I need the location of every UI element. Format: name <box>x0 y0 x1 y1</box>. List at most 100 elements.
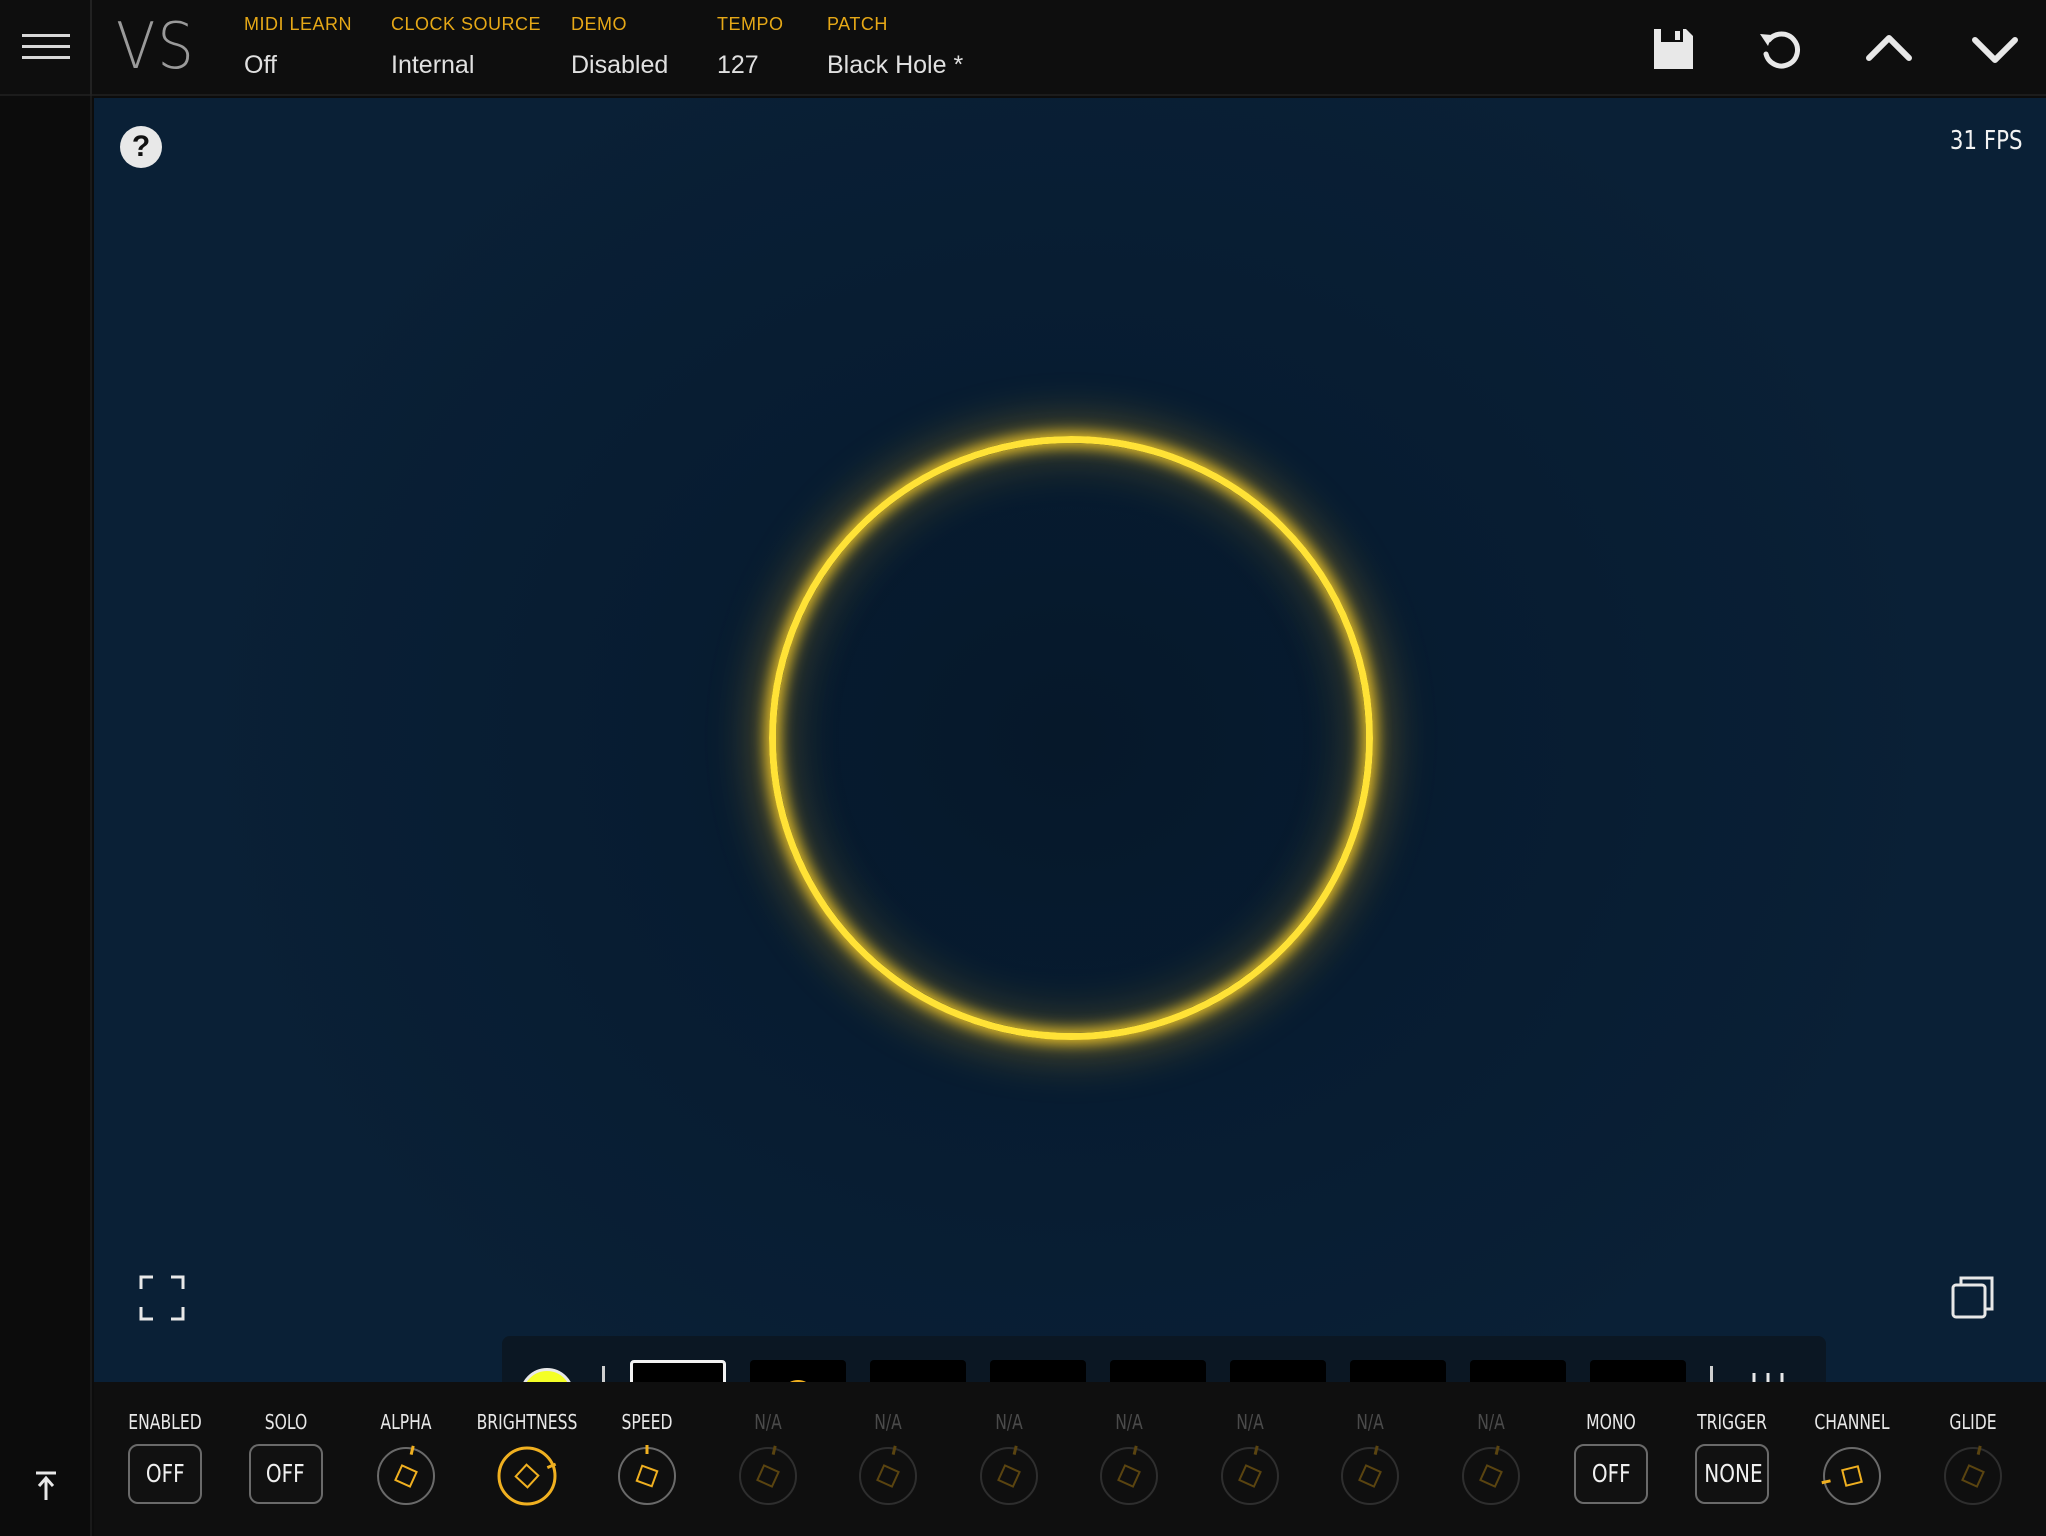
param-knob[interactable] <box>1459 1444 1523 1508</box>
param-n-a: N/A <box>1195 1410 1305 1508</box>
knob-ring <box>618 1447 676 1505</box>
param-knob[interactable] <box>1218 1444 1282 1508</box>
layer-button-7[interactable]: 7 <box>1350 1360 1446 1382</box>
status-value: Off <box>244 51 277 79</box>
knob-marker <box>1358 1464 1382 1488</box>
sidebar <box>0 96 92 1536</box>
knob-indicator <box>1976 1445 1982 1455</box>
hamburger-menu-icon[interactable] <box>0 0 92 96</box>
knob-ring <box>1461 1447 1520 1505</box>
layer-button-3[interactable]: 3 <box>870 1360 966 1382</box>
knob-indicator <box>1012 1445 1018 1455</box>
chevron-down-icon[interactable] <box>1968 22 2022 76</box>
param-toggle-button[interactable]: OFF <box>128 1444 202 1504</box>
knob-marker <box>755 1464 780 1488</box>
status-label: TEMPO <box>717 14 784 34</box>
status-clock-source[interactable]: CLOCK SOURCE Internal <box>391 14 541 80</box>
knob-ring <box>1341 1447 1399 1505</box>
knob-marker <box>1478 1464 1503 1488</box>
mixer-sliders-icon[interactable] <box>1742 1370 1794 1382</box>
status-value: 127 <box>717 51 759 79</box>
knob-marker <box>635 1464 659 1488</box>
param-n-a: N/A <box>1436 1410 1546 1508</box>
param-toggle-button[interactable]: OFF <box>1574 1444 1648 1504</box>
status-patch[interactable]: PATCH Black Hole * <box>827 14 963 80</box>
param-knob[interactable] <box>374 1444 438 1508</box>
save-icon[interactable] <box>1646 22 1700 76</box>
status-value: Internal <box>391 51 475 79</box>
param-channel: CHANNEL <box>1797 1410 1907 1508</box>
knob-ring <box>497 1446 556 1506</box>
param-toggle-button[interactable]: OFF <box>248 1444 323 1504</box>
pin-to-top-icon[interactable] <box>26 1466 66 1506</box>
knob-ring <box>1943 1447 2002 1505</box>
param-knob[interactable] <box>856 1444 920 1508</box>
chevron-up-icon[interactable] <box>1862 22 1916 76</box>
glowing-ring <box>769 436 1373 1040</box>
param-solo: SOLO OFF <box>231 1410 341 1504</box>
param-brightness: BRIGHTNESS <box>472 1410 582 1508</box>
status-label: DEMO <box>571 14 627 34</box>
knob-indicator <box>1821 1479 1831 1485</box>
menu-line <box>22 34 70 37</box>
knob-ring <box>1823 1447 1881 1505</box>
knob-marker <box>1237 1464 1262 1488</box>
knob-indicator <box>409 1445 415 1455</box>
fullscreen-icon[interactable] <box>138 1274 186 1322</box>
knob-marker <box>876 1464 900 1488</box>
param-knob[interactable] <box>495 1444 559 1508</box>
param-knob[interactable] <box>1820 1444 1884 1508</box>
param-enabled: ENABLED OFF <box>110 1410 220 1504</box>
window-icon[interactable] <box>1950 1274 1996 1320</box>
layer-button-b[interactable]: B <box>1590 1360 1686 1382</box>
help-icon[interactable]: ? <box>120 126 162 168</box>
knob-marker <box>513 1463 540 1489</box>
visual-canvas[interactable]: ? 31 FPS 1 2 3 4 5 6 7 8 B <box>94 98 2046 1382</box>
param-knob[interactable] <box>977 1444 1041 1508</box>
param-knob[interactable] <box>1941 1444 2005 1508</box>
layer-button-2[interactable]: 2 <box>750 1360 846 1382</box>
param-glide: GLIDE <box>1918 1410 2028 1508</box>
status-tempo[interactable]: TEMPO 127 <box>717 14 784 80</box>
menu-line <box>22 45 70 48</box>
status-demo[interactable]: DEMO Disabled <box>571 14 668 80</box>
layer-button-8[interactable]: 8 <box>1470 1360 1566 1382</box>
knob-marker <box>1117 1464 1141 1488</box>
knob-ring <box>738 1447 797 1505</box>
status-value: Black Hole * <box>827 51 964 79</box>
param-knob[interactable] <box>736 1444 800 1508</box>
knob-marker <box>996 1464 1021 1488</box>
divider <box>602 1366 605 1382</box>
toggle-value: OFF <box>1591 1459 1631 1488</box>
knob-ring <box>859 1447 917 1505</box>
status-label: MIDI LEARN <box>244 14 353 34</box>
status-midi-learn[interactable]: MIDI LEARN Off <box>244 14 352 80</box>
layer-button-1[interactable]: 1 <box>630 1360 726 1382</box>
knob-indicator <box>891 1445 897 1455</box>
layer-color-swatch[interactable] <box>520 1368 574 1382</box>
status-value: Disabled <box>571 51 669 79</box>
param-knob[interactable] <box>1338 1444 1402 1508</box>
top-bar: VS MIDI LEARN Off CLOCK SOURCE Internal … <box>0 0 2046 96</box>
knob-marker <box>1841 1465 1863 1487</box>
param-knob[interactable] <box>615 1444 679 1508</box>
layer-button-6[interactable]: 6 <box>1230 1360 1326 1382</box>
param-knob[interactable] <box>1097 1444 1161 1508</box>
param-speed: SPEED <box>592 1410 702 1508</box>
layer-button-5[interactable]: 5 <box>1110 1360 1206 1382</box>
param-n-a: N/A <box>833 1410 943 1508</box>
knob-indicator <box>1132 1445 1138 1455</box>
param-mono: MONO OFF <box>1556 1410 1666 1504</box>
knob-indicator <box>1373 1445 1379 1455</box>
menu-line <box>22 56 70 59</box>
param-n-a: N/A <box>1074 1410 1184 1508</box>
divider <box>1710 1366 1713 1382</box>
parameter-strip: ENABLED OFF SOLO OFF ALPHA BRIGHTNESS SPEED N/A… <box>94 1382 2046 1536</box>
param-trigger: TRIGGER NONE <box>1677 1410 1787 1504</box>
param-n-a: N/A <box>713 1410 823 1508</box>
layer-button-4[interactable]: 4 <box>990 1360 1086 1382</box>
reset-icon[interactable] <box>1754 22 1808 76</box>
param-toggle-button[interactable]: NONE <box>1694 1444 1769 1504</box>
app-logo: VS <box>116 10 196 84</box>
toggle-value: OFF <box>266 1459 305 1488</box>
